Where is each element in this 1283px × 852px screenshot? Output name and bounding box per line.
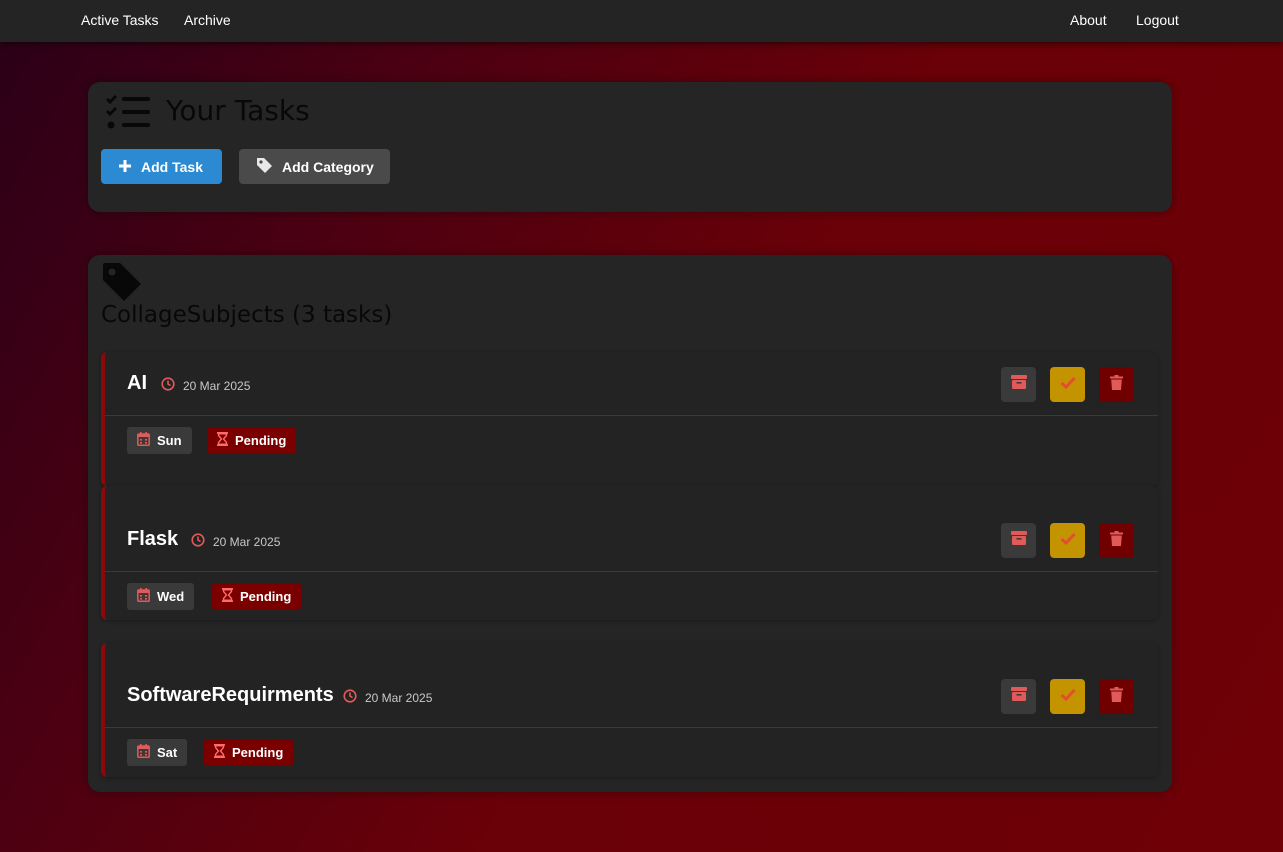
archive-icon	[1010, 375, 1027, 394]
hourglass-icon	[214, 744, 232, 761]
archive-button[interactable]	[1001, 679, 1036, 714]
plus-icon	[119, 159, 141, 175]
nav-logout[interactable]: Logout	[1136, 12, 1179, 28]
delete-button[interactable]	[1099, 679, 1134, 714]
day-badge: Wed	[127, 583, 195, 610]
check-icon	[1060, 376, 1076, 394]
category-panel: CollageSubjects (3 tasks) AI 20 Mar 2025…	[88, 255, 1172, 792]
delete-button[interactable]	[1099, 523, 1134, 558]
calendar-icon	[137, 744, 157, 761]
page-title: Your Tasks	[166, 94, 310, 127]
status-text: Pending	[240, 589, 292, 604]
calendar-icon	[137, 432, 157, 449]
status-text: Pending	[235, 433, 287, 448]
day-text: Sun	[157, 433, 182, 448]
task-date: 20 Mar 2025	[161, 377, 250, 394]
archive-button[interactable]	[1001, 523, 1036, 558]
complete-button[interactable]	[1050, 523, 1085, 558]
divider	[105, 727, 1158, 728]
day-text: Wed	[157, 589, 185, 604]
hourglass-icon	[222, 588, 240, 605]
archive-icon	[1010, 687, 1027, 706]
complete-button[interactable]	[1050, 367, 1085, 402]
task-date: 20 Mar 2025	[191, 533, 280, 550]
task-card: SoftwareRequirments 20 Mar 2025 Sat Pend…	[101, 643, 1158, 777]
divider	[105, 415, 1158, 416]
clock-icon	[343, 689, 365, 706]
tag-icon	[103, 263, 141, 306]
status-badge: Pending	[207, 427, 297, 454]
add-task-button[interactable]: Add Task	[101, 149, 222, 184]
hourglass-icon	[217, 432, 235, 449]
task-card: AI 20 Mar 2025 Sun Pending	[101, 352, 1158, 486]
divider	[105, 571, 1158, 572]
status-badge: Pending	[204, 739, 294, 766]
archive-icon	[1010, 531, 1027, 550]
check-icon	[1060, 688, 1076, 706]
day-text: Sat	[157, 745, 178, 760]
nav-active-tasks[interactable]: Active Tasks	[81, 12, 159, 28]
add-category-label: Add Category	[282, 158, 374, 175]
status-text: Pending	[232, 745, 284, 760]
add-category-button[interactable]: Add Category	[239, 149, 390, 184]
navbar: Active Tasks Archive About Logout	[0, 0, 1283, 42]
day-badge: Sun	[127, 427, 192, 454]
task-date-text: 20 Mar 2025	[183, 378, 251, 393]
check-icon	[1060, 532, 1076, 550]
day-badge: Sat	[127, 739, 188, 766]
task-card: Flask 20 Mar 2025 Wed Pending	[101, 486, 1158, 620]
archive-button[interactable]	[1001, 367, 1036, 402]
nav-archive[interactable]: Archive	[184, 12, 231, 28]
task-date-text: 20 Mar 2025	[365, 690, 433, 705]
add-task-label: Add Task	[141, 158, 203, 175]
clock-icon	[191, 533, 213, 550]
nav-about[interactable]: About	[1070, 12, 1107, 28]
task-name: SoftwareRequirments	[127, 684, 334, 706]
clock-icon	[161, 377, 183, 394]
task-name: Flask	[127, 528, 179, 550]
calendar-icon	[137, 588, 157, 605]
trash-icon	[1110, 530, 1123, 551]
delete-button[interactable]	[1099, 367, 1134, 402]
complete-button[interactable]	[1050, 679, 1085, 714]
tag-icon	[257, 157, 282, 176]
trash-icon	[1110, 374, 1123, 395]
task-name: AI	[127, 372, 147, 394]
task-date: 20 Mar 2025	[343, 689, 432, 706]
tasks-header-panel: Your Tasks Add Task Add Category	[88, 82, 1172, 212]
task-date-text: 20 Mar 2025	[213, 534, 281, 549]
category-title: CollageSubjects (3 tasks)	[101, 302, 393, 328]
tasks-list-icon	[105, 94, 151, 135]
trash-icon	[1110, 686, 1123, 707]
status-badge: Pending	[212, 583, 302, 610]
